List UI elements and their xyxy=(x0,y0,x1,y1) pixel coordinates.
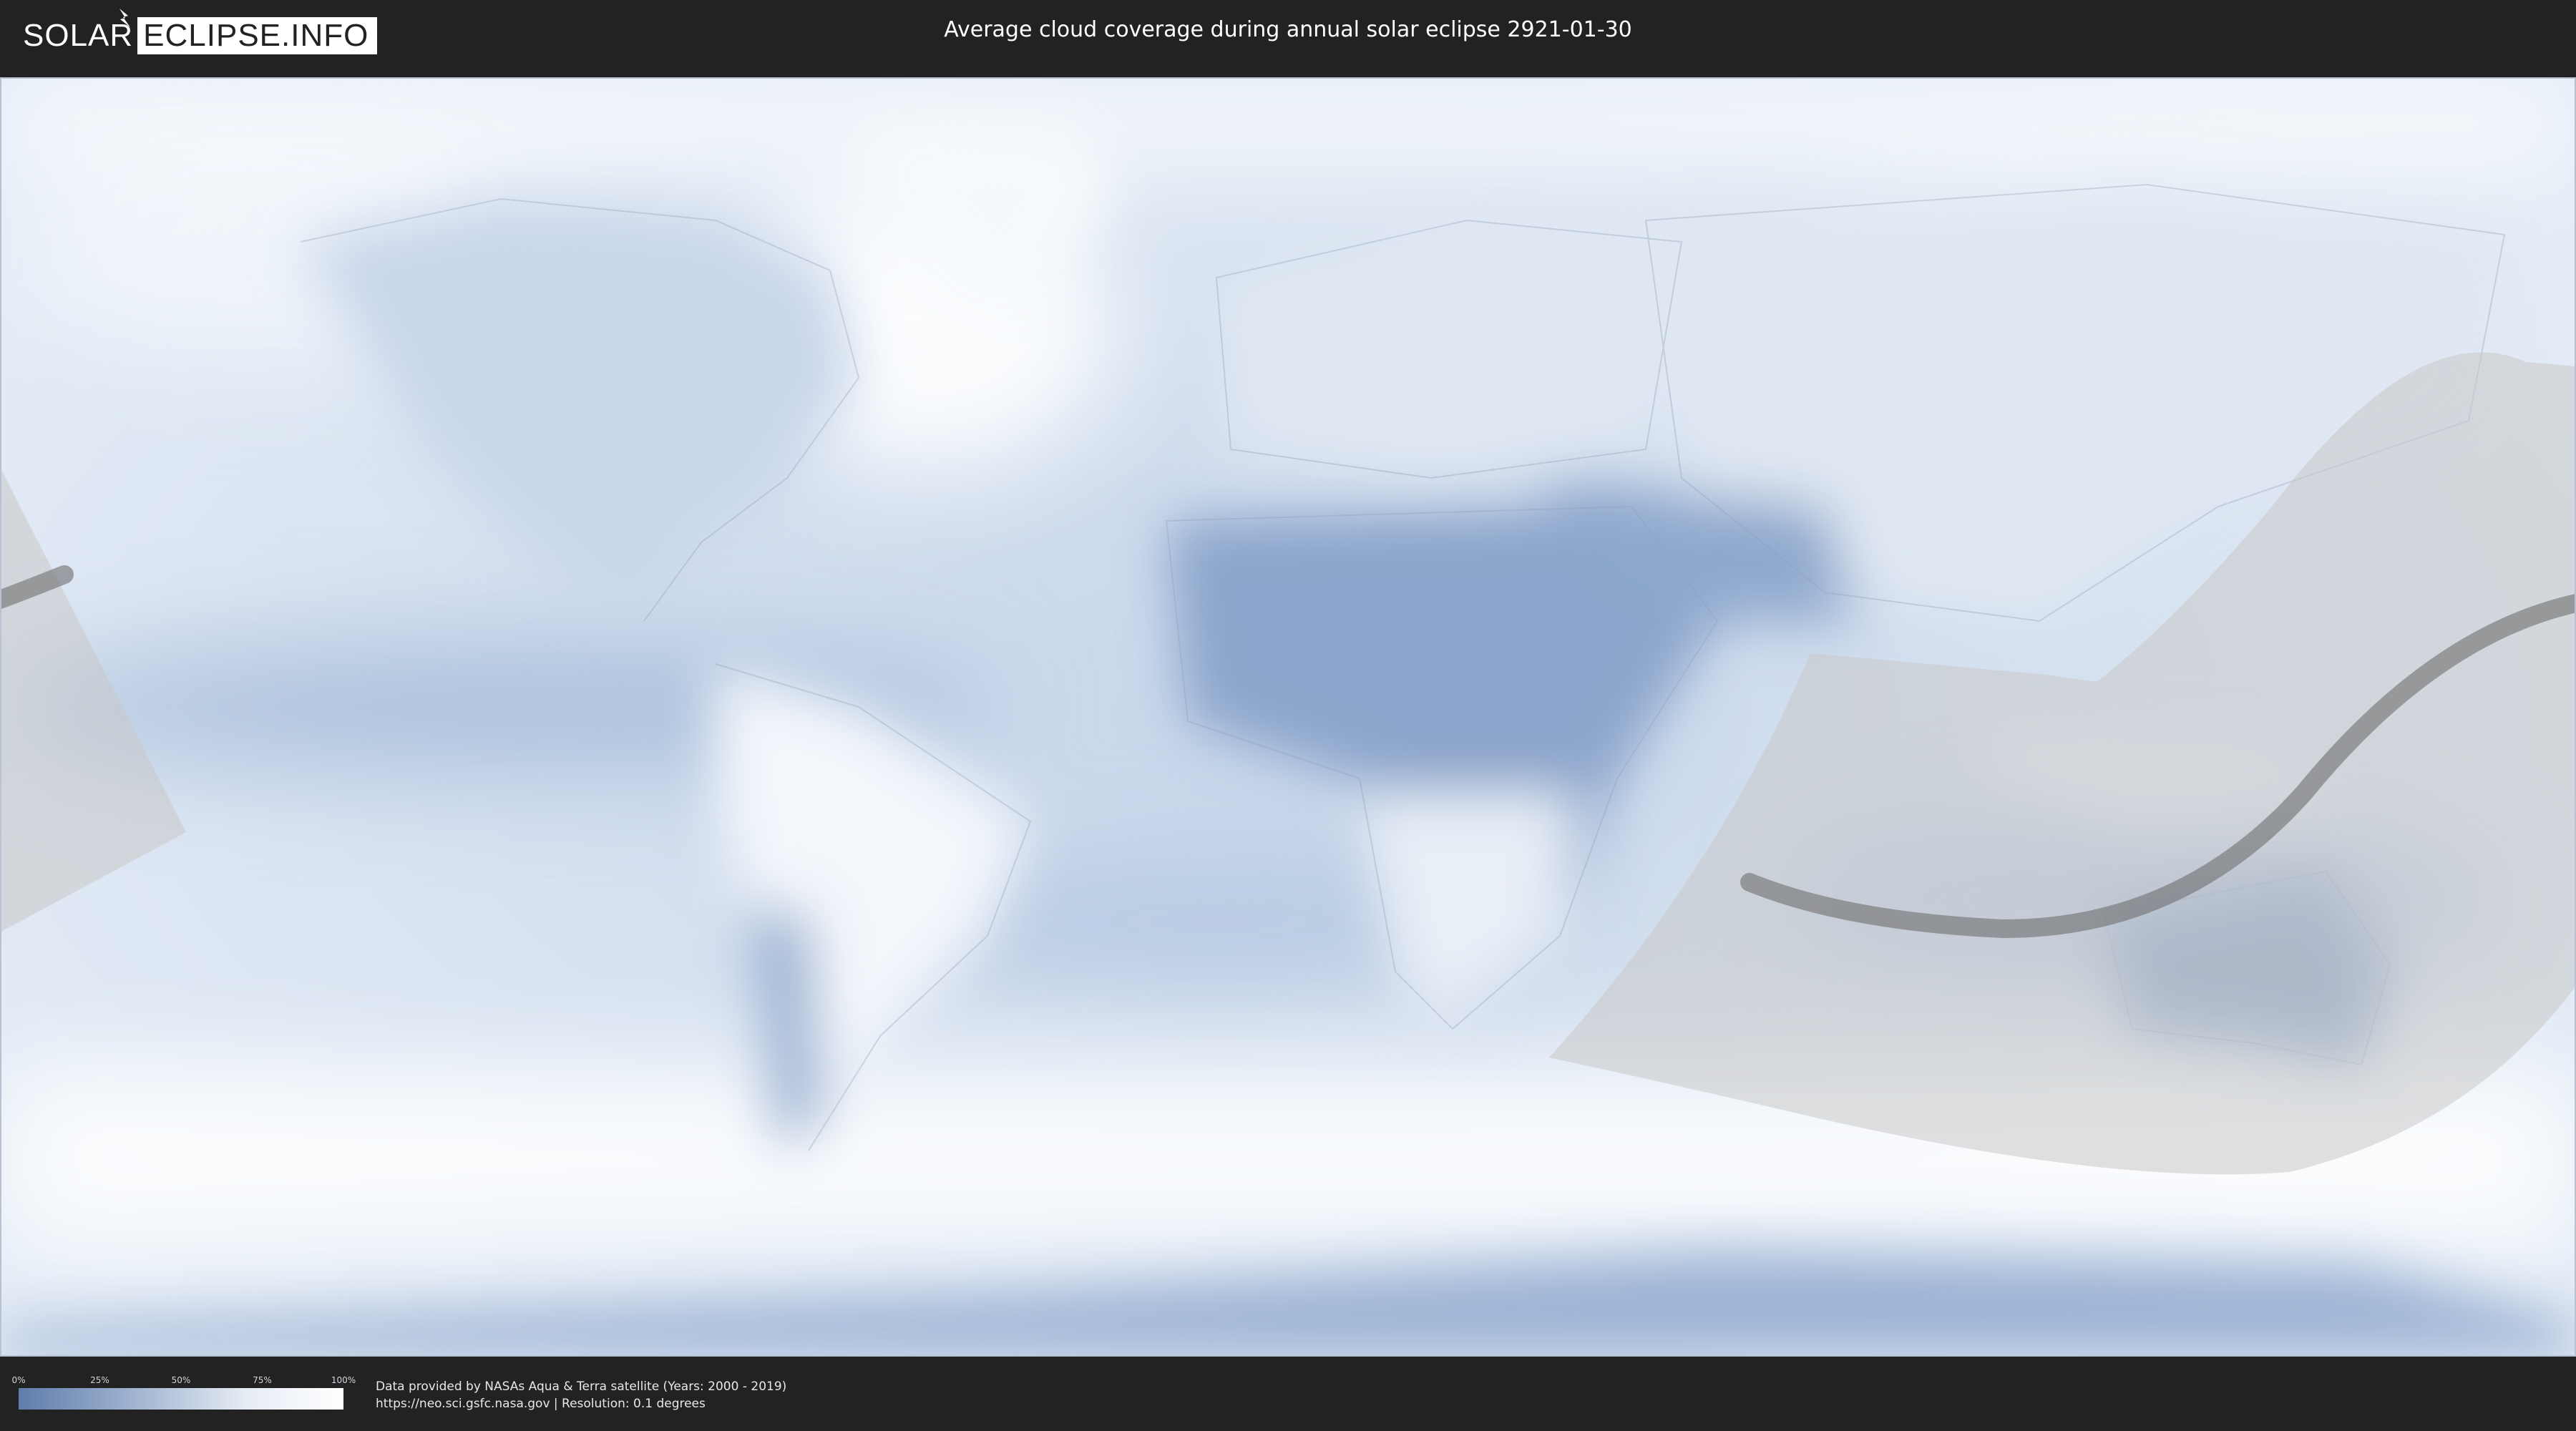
legend-color-scale xyxy=(19,1388,343,1410)
data-source-url[interactable]: https://neo.sci.gsfc.nasa.gov | Resoluti… xyxy=(376,1397,706,1411)
legend-label-25: 25% xyxy=(90,1375,109,1385)
data-credit: Data provided by NASAs Aqua & Terra sate… xyxy=(376,1379,787,1394)
legend-label-0: 0% xyxy=(11,1375,26,1385)
footer-bar: 0% 25% 50% 75% 100% Data provided by NAS… xyxy=(0,1357,2576,1431)
cloud-coverage-map[interactable] xyxy=(0,77,2576,1357)
legend-label-75: 75% xyxy=(253,1375,272,1385)
legend-label-100: 100% xyxy=(331,1375,356,1385)
header-bar: SOLAR ECLIPSE.INFO Average cloud coverag… xyxy=(0,0,2576,72)
page-title: Average cloud coverage during annual sol… xyxy=(944,17,1632,42)
legend-labels: 0% 25% 50% 75% 100% xyxy=(11,1375,356,1385)
legend-label-50: 50% xyxy=(171,1375,191,1385)
map-canvas xyxy=(0,77,2576,1357)
